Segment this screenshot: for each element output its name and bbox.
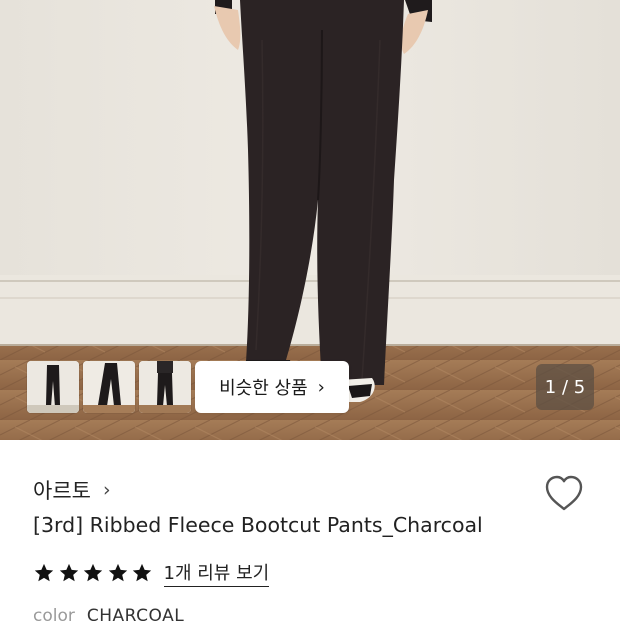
chevron-right-icon: ›	[102, 479, 111, 501]
star-filled-icon	[108, 563, 127, 582]
star-rating	[33, 562, 156, 584]
color-label: color	[33, 606, 75, 626]
rating-row: 1개 리뷰 보기	[33, 559, 270, 587]
thumbnail-3-image	[139, 361, 191, 413]
thumbnail-2[interactable]	[83, 361, 135, 413]
thumbnail-3[interactable]	[139, 361, 191, 413]
brand-link[interactable]: 아르토 ›	[33, 475, 111, 505]
similar-products-label: 비슷한 상품	[219, 378, 308, 399]
thumbnail-1-image	[27, 361, 79, 413]
color-value: CHARCOAL	[86, 606, 185, 626]
thumbnail-2-image	[83, 361, 135, 413]
thumbnail-1[interactable]	[27, 361, 79, 413]
product-title: [3rd] Ribbed Fleece Bootcut Pants_Charco…	[33, 513, 483, 537]
star-filled-icon	[34, 563, 54, 582]
brand-name: 아르토	[33, 479, 91, 503]
star-filled-icon	[83, 563, 103, 582]
star-filled-icon	[59, 563, 78, 582]
star-filled-icon	[132, 563, 152, 582]
heart-outline-icon	[545, 475, 583, 511]
color-option-row: color CHARCOAL	[33, 606, 184, 626]
similar-products-button[interactable]: 비슷한 상품 ›	[195, 361, 349, 413]
image-counter: 1 / 5	[536, 364, 594, 410]
chevron-right-icon: ›	[317, 376, 325, 398]
reviews-link[interactable]: 1개 리뷰 보기	[163, 559, 270, 587]
wishlist-button[interactable]	[541, 471, 587, 517]
